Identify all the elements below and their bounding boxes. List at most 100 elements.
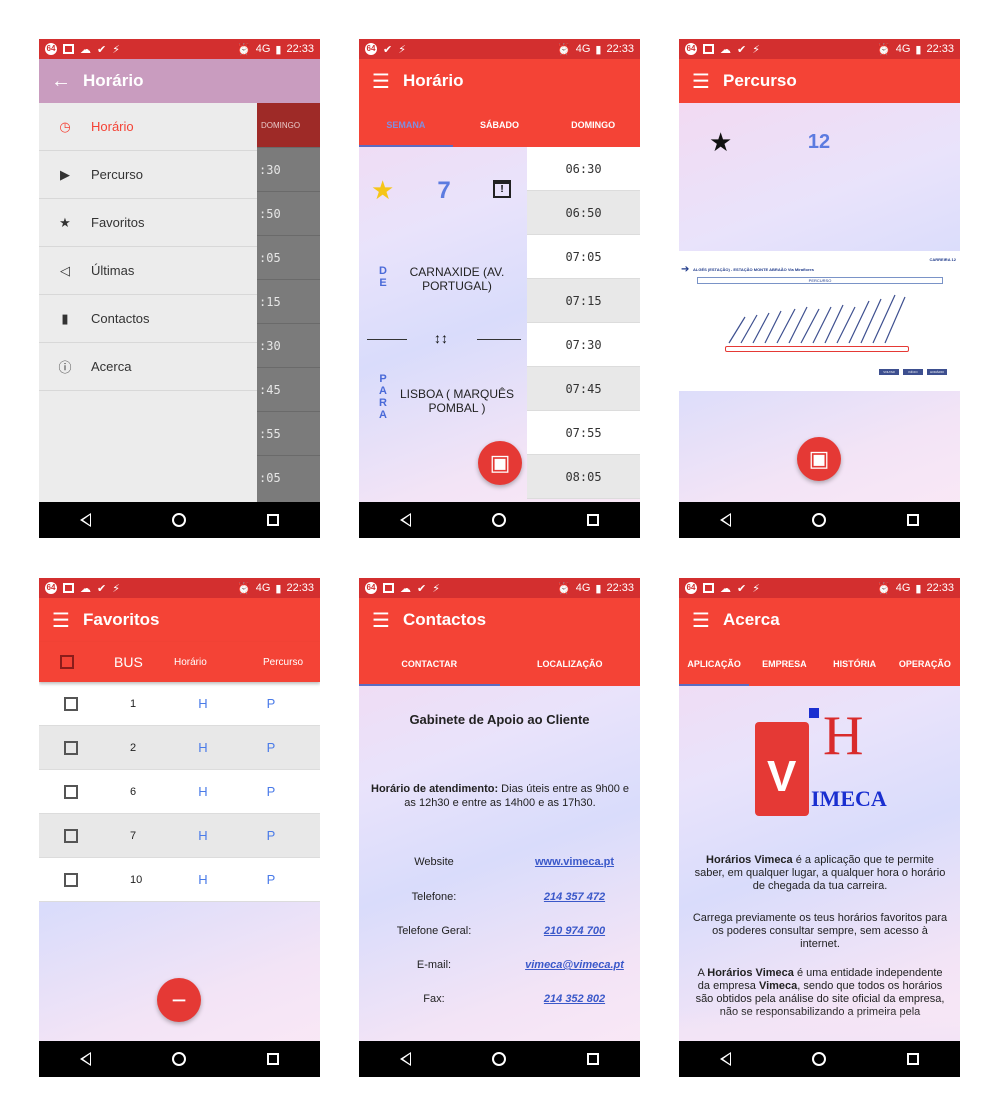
recent-apps-icon[interactable] (267, 514, 280, 526)
hamburger-menu-icon[interactable]: ☰ (359, 598, 403, 642)
check-icon: ✔ (417, 582, 427, 595)
calendar-icon[interactable]: ! (493, 180, 511, 198)
to-label: P A R A (377, 373, 389, 421)
route-map-image[interactable]: ➔ ALGÉS (ESTAÇÃO) - ESTAÇÃO MONTE ABRAÃO… (679, 251, 960, 391)
map-button-inicio[interactable]: INÍCIO (903, 369, 923, 375)
back-arrow-icon[interactable]: ← (39, 59, 83, 103)
tab-localizacao[interactable]: LOCALIZAÇÃO (500, 642, 641, 686)
home-nav-icon[interactable] (491, 513, 506, 527)
bus-fab-button[interactable]: ▣ (478, 441, 522, 485)
bus-fab-button[interactable]: ▣ (797, 437, 841, 481)
percurso-link[interactable]: P (236, 696, 306, 711)
recent-apps-icon[interactable] (907, 1053, 920, 1065)
drawer-item-favoritos[interactable]: ★ Favoritos (39, 199, 257, 247)
select-all-checkbox[interactable] (60, 655, 74, 669)
tab-operacao[interactable]: OPERAÇÃO (890, 642, 960, 686)
drawer-item-ultimas[interactable]: ◁ Últimas (39, 247, 257, 295)
recent-apps-icon[interactable] (587, 1053, 600, 1065)
page-title: Percurso (723, 71, 797, 90)
home-nav-icon[interactable] (171, 513, 186, 527)
recent-apps-icon[interactable] (907, 514, 920, 526)
cloud-icon: ☁ (720, 582, 731, 595)
horario-link[interactable]: H (170, 784, 236, 799)
map-button-voltar[interactable]: VOLTAR (879, 369, 899, 375)
drawer-item-horario[interactable]: ◷ Horário (39, 103, 257, 151)
favorite-row: 1 HP (39, 682, 320, 726)
image-icon (383, 583, 394, 593)
screen-contactos: 64 ☁ ✔ ⚡ ⏰ 4G ▮ 22:33 ☰ Contactos CONTACTAR LO… (359, 578, 640, 1077)
app-bar: ☰ Percurso (679, 59, 960, 103)
recent-apps-icon[interactable] (267, 1053, 280, 1065)
screen-drawer: 64 ☁ ✔ ⚡ ⏰ 4G ▮ 22:33 ← Horário DOMINGO :30 :5… (39, 39, 320, 538)
tab-historia[interactable]: HISTÓRIA (820, 642, 890, 686)
favorite-star-icon[interactable]: ★ (371, 175, 394, 206)
drawer-item-contactos[interactable]: ▮ Contactos (39, 295, 257, 343)
percurso-link[interactable]: P (236, 784, 306, 799)
time-row[interactable]: 07:55 (527, 411, 640, 455)
percurso-link[interactable]: P (236, 872, 306, 887)
status-bar: 64 ☁ ✔ ⚡ ⏰ 4G ▮ 22:33 (679, 578, 960, 598)
time-row[interactable]: 07:05 (527, 235, 640, 279)
home-nav-icon[interactable] (491, 1052, 506, 1066)
swap-direction-icon[interactable]: ↕↕ (429, 330, 453, 346)
back-nav-icon[interactable] (399, 1052, 411, 1066)
home-nav-icon[interactable] (171, 1052, 186, 1066)
row-checkbox[interactable] (64, 828, 78, 843)
row-checkbox[interactable] (64, 740, 78, 755)
back-nav-icon[interactable] (79, 513, 91, 527)
back-nav-icon[interactable] (719, 1052, 731, 1066)
home-nav-icon[interactable] (811, 513, 826, 527)
back-nav-icon[interactable] (79, 1052, 91, 1066)
back-nav-icon[interactable] (719, 513, 731, 527)
row-checkbox[interactable] (64, 784, 78, 799)
map-button-horario[interactable]: HORÁRIO (927, 369, 947, 375)
plug-icon: ⚡ (112, 582, 120, 595)
remove-fab-button[interactable]: − (157, 978, 201, 1022)
time-row[interactable]: 07:45 (527, 367, 640, 411)
time-row[interactable]: 06:30 (527, 147, 640, 191)
tab-sabado[interactable]: SÁBADO (453, 103, 547, 147)
app-bar: ← Horário (39, 59, 320, 103)
website-link[interactable]: www.vimeca.pt (509, 856, 640, 868)
percurso-link[interactable]: P (236, 828, 306, 843)
status-time: 22:33 (286, 43, 314, 55)
drawer-item-percurso[interactable]: ▶ Percurso (39, 151, 257, 199)
email-link[interactable]: vimeca@vimeca.pt (509, 959, 640, 971)
recent-apps-icon[interactable] (587, 514, 600, 526)
row-checkbox[interactable] (64, 872, 78, 887)
horario-link[interactable]: H (170, 828, 236, 843)
route-carreira: CARREIRA 12 (929, 257, 956, 262)
plug-icon: ⚡ (112, 43, 120, 56)
hamburger-menu-icon[interactable]: ☰ (679, 598, 723, 642)
tab-domingo[interactable]: DOMINGO (546, 103, 640, 147)
tab-semana[interactable]: SEMANA (359, 103, 453, 147)
tab-contactar[interactable]: CONTACTAR (359, 642, 500, 686)
fax-link[interactable]: 214 352 802 (509, 993, 640, 1005)
contacts-book-icon: ▮ (61, 310, 69, 326)
horario-link[interactable]: H (170, 696, 236, 711)
hamburger-menu-icon[interactable]: ☰ (679, 59, 723, 103)
time-row[interactable]: 07:30 (527, 323, 640, 367)
row-checkbox[interactable] (64, 696, 78, 711)
back-nav-icon[interactable] (399, 513, 411, 527)
contact-row: E-mail: vimeca@vimeca.pt (359, 959, 640, 971)
arrow-right-icon: ➔ (681, 264, 690, 275)
time-row[interactable]: 08:05 (527, 455, 640, 499)
hamburger-menu-icon[interactable]: ☰ (359, 59, 403, 103)
general-phone-link[interactable]: 210 974 700 (509, 925, 640, 937)
home-nav-icon[interactable] (811, 1052, 826, 1066)
minus-icon: − (171, 984, 187, 1015)
drawer-item-acerca[interactable]: ⓘ Acerca (39, 343, 257, 391)
percurso-link[interactable]: P (236, 740, 306, 755)
horario-link[interactable]: H (170, 740, 236, 755)
hamburger-menu-icon[interactable]: ☰ (39, 598, 83, 642)
phone-link[interactable]: 214 357 472 (509, 891, 640, 903)
time-row[interactable]: 07:15 (527, 279, 640, 323)
about-text: A (697, 967, 708, 979)
horario-link[interactable]: H (170, 872, 236, 887)
favorite-star-icon[interactable]: ★ (709, 127, 732, 158)
tab-empresa[interactable]: EMPRESA (749, 642, 819, 686)
cloud-icon: ☁ (80, 43, 91, 56)
time-row[interactable]: 06:50 (527, 191, 640, 235)
tab-aplicacao[interactable]: APLICAÇÃO (679, 642, 750, 686)
